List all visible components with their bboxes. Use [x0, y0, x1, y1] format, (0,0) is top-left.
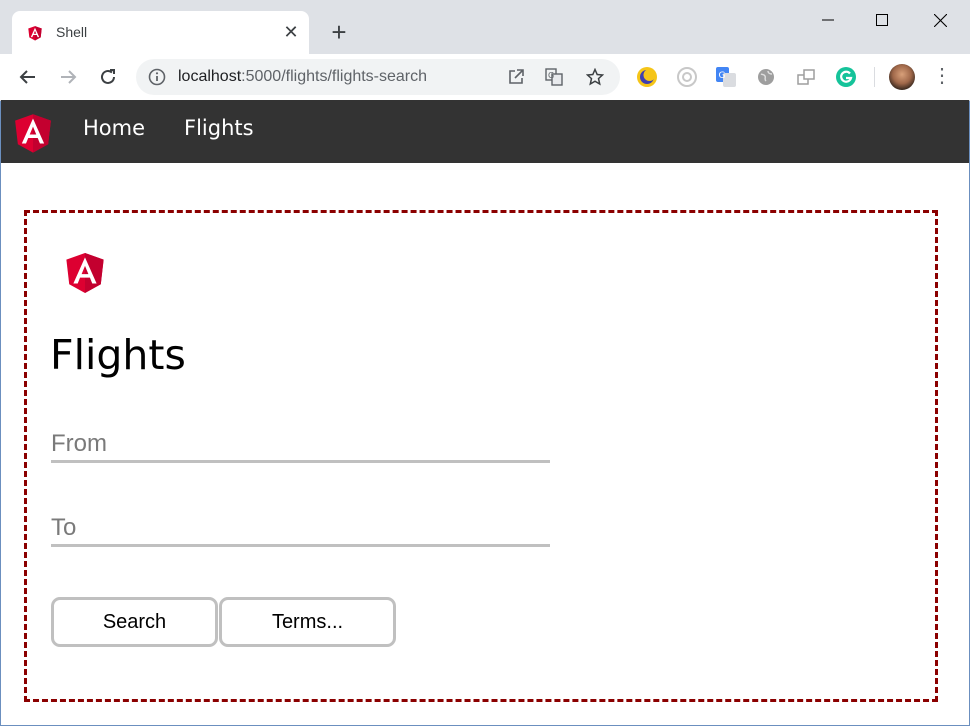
toolbar-divider [874, 67, 875, 87]
new-tab-icon[interactable]: + [326, 19, 352, 46]
google-translate-extension-icon[interactable]: G [715, 66, 737, 88]
svg-text:G: G [548, 71, 554, 80]
to-input[interactable] [51, 514, 546, 542]
terms-button[interactable]: Terms... [219, 597, 396, 647]
from-field [51, 424, 550, 463]
url-path: :5000/flights/flights-search [241, 68, 428, 85]
night-mode-extension-icon[interactable] [636, 66, 658, 88]
profile-avatar[interactable] [889, 64, 915, 90]
svg-text:G: G [719, 71, 726, 81]
tab-title: Shell [56, 24, 88, 40]
back-arrow-icon[interactable] [14, 63, 42, 91]
page-title: Flights [50, 331, 186, 379]
browser-tab[interactable]: Shell ✕ [12, 11, 309, 54]
to-field [51, 508, 550, 547]
site-info-icon[interactable] [148, 68, 166, 86]
app-navbar: Home Flights [1, 100, 969, 163]
nav-link-home[interactable]: Home [83, 116, 145, 140]
nav-link-flights[interactable]: Flights [184, 116, 254, 140]
angular-logo-icon[interactable] [9, 107, 57, 158]
record-extension-icon[interactable] [676, 66, 698, 88]
maximize-window-icon[interactable] [862, 8, 902, 32]
from-input[interactable] [51, 430, 546, 458]
browser-toolbar: localhost:5000/flights/flights-search G … [0, 54, 970, 101]
bookmark-star-icon[interactable] [585, 67, 605, 87]
tab-strip: Shell ✕ + [0, 0, 970, 54]
translate-icon[interactable]: G [544, 67, 564, 87]
flights-search-container: Flights Search Terms... [24, 210, 938, 702]
url-text[interactable]: localhost:5000/flights/flights-search [178, 68, 427, 86]
forward-arrow-icon[interactable] [54, 63, 82, 91]
close-window-icon[interactable] [920, 8, 960, 32]
window-extension-icon[interactable] [795, 66, 817, 88]
angular-logo-icon [66, 253, 104, 293]
globe-extension-icon[interactable] [755, 66, 777, 88]
address-bar[interactable]: localhost:5000/flights/flights-search G [136, 59, 620, 95]
open-external-icon[interactable] [506, 67, 526, 87]
tab-close-icon[interactable]: ✕ [280, 21, 302, 43]
url-host: localhost [178, 68, 242, 85]
grammarly-extension-icon[interactable] [835, 66, 857, 88]
angular-favicon-icon [28, 26, 42, 41]
search-button[interactable]: Search [51, 597, 218, 647]
minimize-window-icon[interactable] [808, 8, 848, 32]
more-menu-icon[interactable]: ⋮ [932, 66, 952, 88]
reload-icon[interactable] [94, 63, 122, 91]
